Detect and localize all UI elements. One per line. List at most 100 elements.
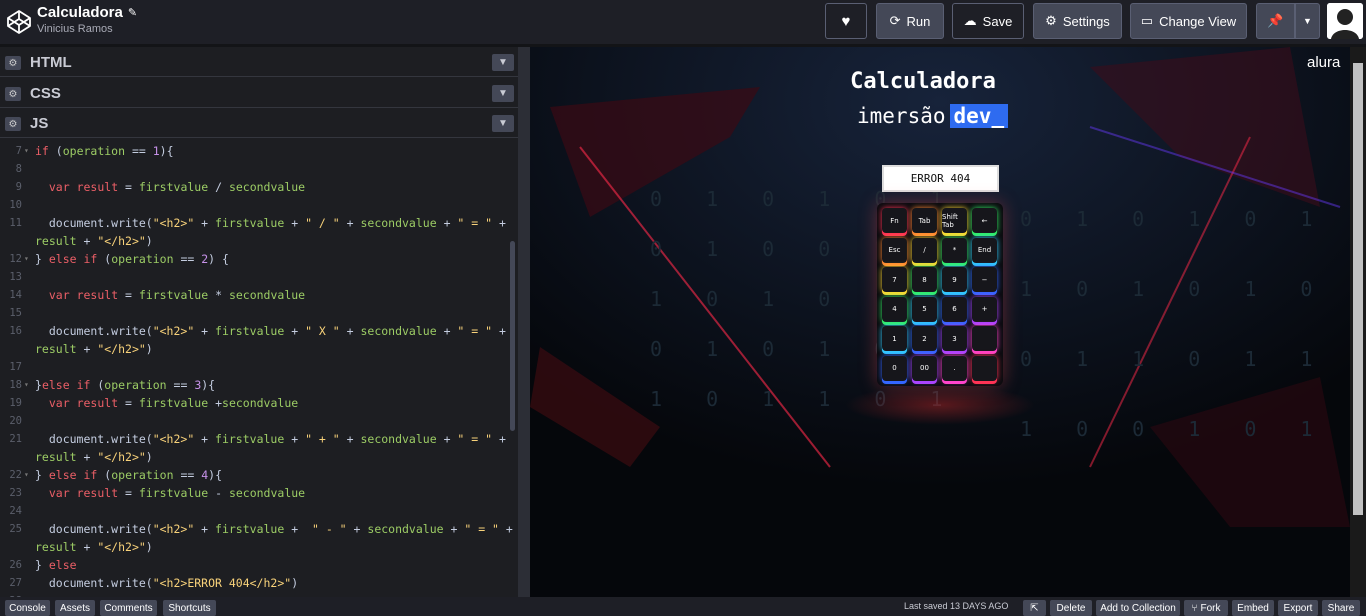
fold-arrow-icon[interactable]: ▾ (24, 376, 29, 394)
js-code-editor[interactable]: 7 ▾ if (operation == 1){ 8 9 var result = fi… (0, 138, 518, 597)
code-line[interactable]: 11 document.write("<h2>" + firstvalue + … (0, 214, 510, 232)
keypad-key: 5 (912, 296, 937, 322)
code-line[interactable]: 10 (0, 196, 510, 214)
code-line[interactable]: 17 (0, 358, 510, 376)
chevron-down-icon[interactable]: ▼ (492, 85, 514, 102)
fold-arrow-icon[interactable]: ▾ (24, 142, 29, 160)
line-number: 9 (15, 181, 22, 193)
keypad-key: 6 (942, 296, 967, 322)
code-text: var result = firstvalue - secondvalue (48, 486, 306, 500)
share-button[interactable]: Share (1322, 600, 1360, 616)
code-line[interactable]: 26} else (0, 556, 510, 574)
code-line[interactable]: 23 var result = firstvalue - secondvalue (0, 484, 510, 502)
code-line[interactable]: 25 document.write("<h2>" + firstvalue + … (0, 520, 512, 538)
chevron-down-icon[interactable]: ▼ (492, 115, 514, 132)
shortcuts-button[interactable]: Shortcuts (163, 600, 216, 616)
fork-button[interactable]: ⑂ Fork (1184, 600, 1228, 616)
pen-title[interactable]: Calculadora (37, 4, 123, 21)
code-line[interactable]: 12 ▾} else if (operation == 2) { (0, 250, 510, 268)
bottom-bar: Console Assets Comments Shortcuts Last s… (0, 597, 1366, 616)
pencil-icon[interactable]: ✎ (128, 6, 137, 19)
line-number: 25 (9, 523, 22, 535)
code-line[interactable]: 7 ▾ if (operation == 1){ (0, 142, 510, 160)
css-panel-title: CSS (30, 85, 61, 102)
love-button[interactable]: ♥ (825, 3, 867, 39)
line-number: 7 (15, 145, 22, 157)
code-line[interactable]: 14 var result = firstvalue * secondvalue (0, 286, 510, 304)
keypad-key: 00 (912, 355, 937, 381)
run-label: Run (906, 13, 931, 29)
export-button[interactable]: Export (1278, 600, 1318, 616)
fold-arrow-icon[interactable]: ▾ (24, 466, 29, 484)
code-line[interactable]: 22 ▾} else if (operation == 4){ (0, 466, 510, 484)
line-number: 20 (9, 415, 22, 427)
code-line[interactable]: 19 var result = firstvalue +secondvalue (0, 394, 510, 412)
css-panel-header[interactable]: ⚙ CSS ▼ (0, 80, 520, 108)
code-line[interactable]: 24 (0, 502, 510, 520)
code-line[interactable]: result + "</h2>") (0, 232, 510, 250)
result-display: ERROR 404 (882, 165, 999, 192)
fold-arrow-icon[interactable]: ▾ (24, 250, 29, 268)
calculator-title: Calculadora (850, 69, 996, 94)
line-number: 10 (9, 199, 22, 211)
code-line[interactable]: result + "</h2>") (0, 448, 510, 466)
code-line[interactable]: 20 (0, 412, 510, 430)
gear-icon[interactable]: ⚙ (5, 56, 21, 70)
delete-button[interactable]: Delete (1050, 600, 1092, 616)
code-text: var result = firstvalue +secondvalue (48, 396, 299, 410)
gear-icon[interactable]: ⚙ (5, 117, 21, 131)
save-button[interactable]: ☁ Save (952, 3, 1024, 39)
keypad-key: 2 (912, 326, 937, 351)
comments-button[interactable]: Comments (100, 600, 157, 616)
line-number: 8 (15, 163, 22, 175)
code-line[interactable]: 8 (0, 160, 510, 178)
keypad-glow (845, 385, 1035, 425)
gear-icon[interactable]: ⚙ (5, 87, 21, 101)
code-line[interactable]: 15 (0, 304, 510, 322)
preview-scrollbar[interactable] (1350, 47, 1366, 597)
pin-icon: 📌 (1267, 13, 1284, 28)
console-button[interactable]: Console (5, 600, 50, 616)
code-text: result + "</h2>") (35, 234, 153, 248)
code-line[interactable]: 21 document.write("<h2>" + firstvalue + … (0, 430, 510, 448)
settings-button[interactable]: ⚙ Settings (1033, 3, 1122, 39)
code-text: document.write("<h2>ERROR 404</h2>") (35, 576, 299, 590)
code-line[interactable]: result + "</h2>") (0, 340, 510, 358)
editor-scrollbar[interactable] (510, 241, 515, 431)
line-number: 21 (9, 433, 22, 445)
chevron-down-icon[interactable]: ▼ (492, 54, 514, 71)
change-view-label: Change View (1159, 13, 1237, 29)
code-text: document.write("<h2>" + firstvalue + " +… (35, 432, 506, 446)
js-panel-header[interactable]: ⚙ JS ▼ (0, 110, 520, 138)
avatar[interactable] (1327, 3, 1363, 39)
js-panel-title: JS (30, 115, 49, 132)
embed-button[interactable]: Embed (1232, 600, 1274, 616)
html-panel-header[interactable]: ⚙ HTML ▼ (0, 49, 520, 77)
keypad-key: ← (972, 208, 997, 233)
code-line[interactable]: 16 document.write("<h2>" + firstvalue + … (0, 322, 510, 340)
panel-resizer[interactable] (518, 47, 530, 597)
code-line[interactable]: 27 document.write("<h2>ERROR 404</h2>") (0, 574, 510, 592)
assets-button[interactable]: Assets (55, 600, 95, 616)
pin-button[interactable]: 📌 (1256, 3, 1295, 39)
html-panel-title: HTML (30, 54, 72, 71)
change-view-button[interactable]: ▭ Change View (1130, 3, 1247, 39)
add-to-collection-button[interactable]: Add to Collection (1096, 600, 1180, 616)
codepen-logo-icon[interactable] (6, 9, 32, 35)
keypad-key (972, 326, 997, 351)
code-text: } else if (operation == 4){ (35, 468, 223, 482)
pin-dropdown-button[interactable]: ▼ (1295, 3, 1320, 39)
line-number: 26 (9, 559, 22, 571)
code-line[interactable]: 9 var result = firstvalue / secondvalue (0, 178, 510, 196)
code-line[interactable]: result + "</h2>") (0, 538, 510, 556)
line-number: 12 (9, 253, 22, 265)
code-text: document.write("<h2>" + firstvalue + " X… (35, 324, 506, 338)
run-button[interactable]: ⟳ Run (876, 3, 944, 39)
code-line[interactable]: 13 (0, 268, 510, 286)
pen-author[interactable]: Vinicius Ramos (37, 23, 137, 35)
code-text: document.write("<h2>" + firstvalue + " /… (35, 216, 506, 230)
code-line[interactable]: 18 ▾}else if (operation == 3){ (0, 376, 510, 394)
keypad-key: Esc (882, 237, 907, 263)
open-external-button[interactable]: ⇱ (1023, 600, 1046, 616)
keypad-key: / (912, 237, 937, 263)
